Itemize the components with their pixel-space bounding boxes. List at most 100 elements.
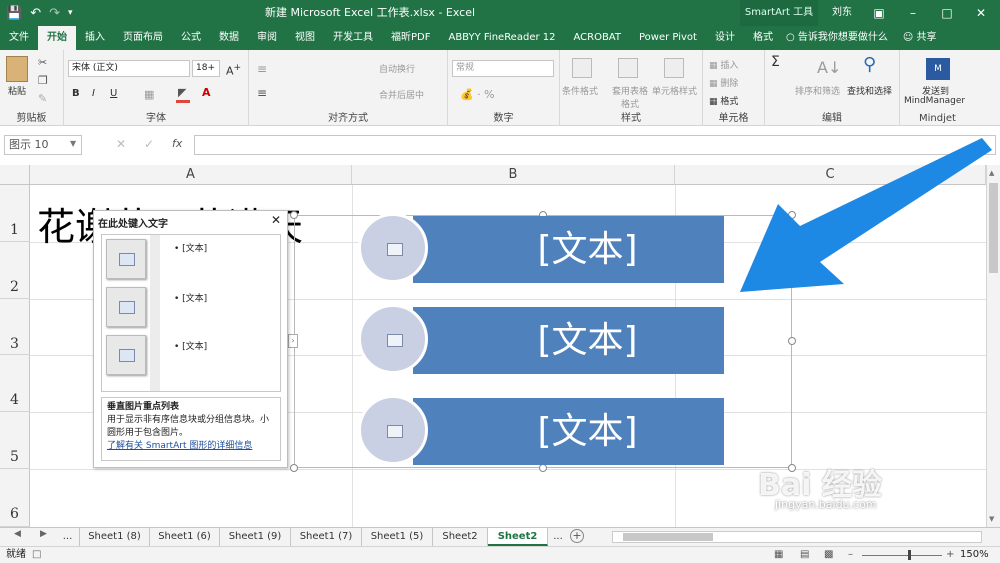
picture-placeholder-1[interactable] <box>358 213 428 283</box>
font-color-icon[interactable]: A <box>202 86 211 99</box>
bullet-item-1[interactable]: • [文本] <box>174 241 207 254</box>
picture-placeholder-3[interactable] <box>358 395 428 465</box>
tell-me[interactable]: ○ 告诉我你想要做什么 <box>782 26 897 50</box>
find-select-icon[interactable]: ⚲ <box>863 54 876 75</box>
underline-icon[interactable]: U <box>110 88 117 99</box>
tab-file[interactable]: 文件 <box>0 26 38 50</box>
prev-sheet-icon[interactable]: ◀ <box>14 529 21 539</box>
tab-formulas[interactable]: 公式 <box>172 26 210 50</box>
column-header-a[interactable]: A <box>30 165 352 185</box>
conditional-format-icon[interactable] <box>572 58 592 78</box>
cell-styles-button[interactable]: 单元格样式 <box>652 84 697 97</box>
tab-view[interactable]: 视图 <box>286 26 324 50</box>
zoom-slider[interactable] <box>862 555 942 556</box>
sheet-tab[interactable]: Sheet1 (9) <box>220 528 291 546</box>
smartart-item-3[interactable]: [文本] <box>413 398 724 465</box>
zoom-level[interactable]: 150% <box>960 547 989 563</box>
vertical-scrollbar[interactable]: ▲ ▼ <box>986 165 1000 527</box>
resize-handle[interactable] <box>539 464 547 472</box>
scroll-up-icon[interactable]: ▲ <box>989 169 994 177</box>
cancel-icon[interactable]: ✕ <box>116 137 126 151</box>
ribbon-display-icon[interactable]: ▣ <box>862 0 896 26</box>
macro-record-icon[interactable]: □ <box>32 547 41 563</box>
smartart-frame[interactable]: › [文本] [文本] [文本] <box>288 211 796 472</box>
row-header-2[interactable]: 2 <box>0 242 30 299</box>
smartart-item-2[interactable]: [文本] <box>413 307 724 374</box>
name-box-dropdown-icon[interactable]: ▼ <box>70 139 76 148</box>
row-header-5[interactable]: 5 <box>0 412 30 469</box>
horizontal-scrollbar[interactable] <box>612 531 982 543</box>
font-size-select[interactable]: 18+ <box>192 60 220 77</box>
format-painter-icon[interactable]: ✎ <box>38 92 47 105</box>
close-icon[interactable]: ✕ <box>964 0 998 26</box>
sheet-tab[interactable]: Sheet1 (8) <box>80 528 150 546</box>
tab-data[interactable]: 数据 <box>210 26 248 50</box>
page-layout-view-icon[interactable]: ▤ <box>800 547 809 563</box>
tab-developer[interactable]: 开发工具 <box>324 26 382 50</box>
zoom-out-icon[interactable]: – <box>848 547 853 563</box>
autosum-icon[interactable]: Σ <box>771 54 780 70</box>
tab-page-layout[interactable]: 页面布局 <box>114 26 172 50</box>
number-format-select[interactable]: 常规 <box>452 60 554 77</box>
tab-insert[interactable]: 插入 <box>76 26 114 50</box>
tab-home[interactable]: 开始 <box>38 26 76 50</box>
thumbnail-1[interactable] <box>106 239 146 279</box>
zoom-in-icon[interactable]: + <box>946 547 954 563</box>
percent-icon[interactable]: 💰 · % <box>460 88 495 101</box>
scroll-down-icon[interactable]: ▼ <box>989 515 994 523</box>
sheet-tab[interactable]: Sheet2 <box>433 528 488 546</box>
sort-filter-button[interactable]: 排序和筛选 <box>795 84 840 97</box>
insert-cells-button[interactable]: ▦ 插入 <box>709 58 738 71</box>
bullet-item-3[interactable]: • [文本] <box>174 339 207 352</box>
table-format-button[interactable]: 套用表格格式 <box>610 84 650 110</box>
zoom-slider-thumb[interactable] <box>908 550 911 560</box>
user-name[interactable]: 刘东 <box>832 0 852 26</box>
thumbnail-2[interactable] <box>106 287 146 327</box>
tab-power-pivot[interactable]: Power Pivot <box>630 26 706 50</box>
row-header-6[interactable]: 6 <box>0 469 30 527</box>
tab-foxit-pdf[interactable]: 福昕PDF <box>382 26 439 50</box>
wrap-text-button[interactable]: 自动换行 <box>379 62 415 75</box>
resize-handle[interactable] <box>290 464 298 472</box>
conditional-format-button[interactable]: 条件格式 <box>562 84 598 97</box>
learn-more-link[interactable]: 了解有关 SmartArt 图形的详细信息 <box>107 440 275 453</box>
next-sheet-icon[interactable]: ▶ <box>40 529 47 539</box>
select-all-corner[interactable] <box>0 165 30 185</box>
insert-function-icon[interactable]: fx <box>172 137 182 150</box>
delete-cells-button[interactable]: ▦ 删除 <box>709 76 738 89</box>
close-icon[interactable]: ✕ <box>271 213 281 227</box>
text-pane-list[interactable]: • [文本] • [文本] • [文本] <box>101 234 281 392</box>
paste-icon[interactable] <box>6 56 28 82</box>
tab-format[interactable]: 格式 <box>744 26 782 50</box>
fill-color-icon[interactable] <box>176 100 190 103</box>
normal-view-icon[interactable]: ▦ <box>774 547 783 563</box>
column-header-b[interactable]: B <box>352 165 675 185</box>
smartart-item-1[interactable]: [文本] <box>413 216 724 283</box>
cut-icon[interactable]: ✂ <box>38 56 47 69</box>
scroll-thumb[interactable] <box>989 183 998 273</box>
tab-design[interactable]: 设计 <box>706 26 744 50</box>
mindmanager-icon[interactable]: M <box>926 58 950 80</box>
font-name-select[interactable]: 宋体 (正文) <box>68 60 190 77</box>
sheet-more-left[interactable]: ... <box>56 528 80 546</box>
grow-font-icon[interactable]: A+ <box>226 62 241 78</box>
page-break-view-icon[interactable]: ▩ <box>824 547 833 563</box>
thumbnail-3[interactable] <box>106 335 146 375</box>
expand-text-pane-icon[interactable]: › <box>288 334 298 348</box>
tab-acrobat[interactable]: ACROBAT <box>564 26 630 50</box>
sheet-tab[interactable]: Sheet1 (6) <box>150 528 220 546</box>
bullet-item-2[interactable]: • [文本] <box>174 291 207 304</box>
sheet-tab[interactable]: Sheet1 (7) <box>291 528 362 546</box>
copy-icon[interactable]: ❐ <box>38 74 48 87</box>
sheet-tab[interactable]: Sheet1 (5) <box>362 528 433 546</box>
bold-icon[interactable]: B <box>72 88 80 99</box>
row-header-3[interactable]: 3 <box>0 299 30 355</box>
resize-handle[interactable] <box>290 211 298 219</box>
row-header-4[interactable]: 4 <box>0 355 30 412</box>
enter-icon[interactable]: ✓ <box>144 137 154 151</box>
share-button[interactable]: ☺ 共享 <box>897 26 943 50</box>
sheet-tab-active[interactable]: Sheet2 (2) <box>488 528 548 559</box>
maximize-icon[interactable]: □ <box>930 0 964 26</box>
resize-handle[interactable] <box>788 337 796 345</box>
merge-center-button[interactable]: 合并后居中 <box>379 88 424 101</box>
